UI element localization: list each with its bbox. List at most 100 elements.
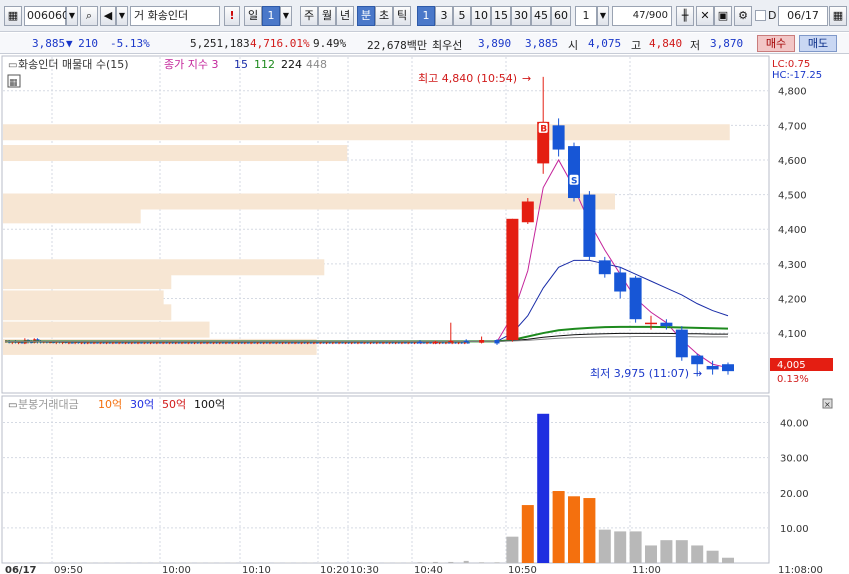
volume-bar-small [175,562,181,563]
volume-bar [494,562,500,563]
candle-body [583,194,596,257]
price-tick-label: 4,100 [778,329,807,340]
flat-candle-body [105,342,109,344]
period-day-button[interactable]: 일 [244,6,262,26]
code-dropdown-icon[interactable]: ▼ [66,6,78,26]
period-month-button[interactable]: 월 [318,6,336,26]
date-input[interactable]: 06/17 [778,6,828,26]
interval-1-button[interactable]: 1 [417,6,435,26]
search-icon[interactable]: ⌕ [80,6,98,26]
flat-candle-body [297,342,301,344]
volume-profile-bar [3,321,210,338]
volume-tick-label: 30.00 [780,454,809,465]
interval-45-button[interactable]: 45 [531,6,551,26]
volume-bar-small [340,562,346,563]
period-week-button[interactable]: 주 [300,6,318,26]
candle-body [629,277,642,320]
interval-3-button[interactable]: 3 [435,6,453,26]
indicator-icon[interactable]: ✕ [696,6,714,26]
flat-candle-body [306,342,310,344]
flat-candle-body [268,342,272,344]
stock-code-input[interactable]: 006060 [24,6,69,26]
flat-candle-body [215,342,219,344]
period-year-button[interactable]: 년 [336,6,354,26]
flat-candle-body [413,342,417,344]
settings-gear-icon[interactable]: ⚙ [734,6,752,26]
period-second-button[interactable]: 초 [375,6,393,26]
interval-30-button[interactable]: 30 [511,6,531,26]
interval-5-button[interactable]: 5 [453,6,471,26]
volume-profile-bar [3,273,172,290]
sell-marker-label: S [571,176,577,186]
period-dropdown-icon[interactable]: ▼ [280,6,292,26]
unit-dropdown-icon[interactable]: ▼ [597,6,609,26]
volume-bar [448,561,454,563]
flat-candle-body [341,342,345,344]
calendar-icon[interactable]: ▦ [829,6,847,26]
candle-type-icon[interactable]: ╫ [676,6,694,26]
flat-candle-body [92,342,96,344]
flat-candle-body [155,342,159,344]
time-tick-label: 06/17 [5,565,37,574]
flat-candle-body [309,342,313,344]
flat-candle-body [174,342,178,344]
volume-bar-small [406,562,412,563]
flat-candle-body [451,342,455,344]
volume-bar [598,529,611,563]
candle-body [479,339,485,343]
unit-input[interactable]: 1 [575,6,597,26]
period-tick-button[interactable]: 틱 [393,6,411,26]
flat-candle-body [212,342,216,344]
period-minute-button[interactable]: 분 [357,6,375,26]
flat-candle-body [118,342,122,344]
count-total: /900 [645,10,668,21]
alert-button[interactable]: ! [224,6,240,26]
candle-body [494,339,500,344]
best-bid-price: 3,885 [525,37,559,50]
ma448-legend: 448 [306,58,327,71]
price-tick-label: 4,400 [778,225,807,236]
period-value-field[interactable]: 1 [262,6,280,26]
interval-60-button[interactable]: 60 [551,6,571,26]
low-annotation: 최저 3,975 (11:07) [590,367,689,380]
buy-button[interactable]: 매수 [757,35,795,52]
volume-bar-small [65,562,71,563]
flat-candle-body [363,342,367,344]
price-legend-icon: ▭ [8,60,17,71]
volume-profile-bar [3,304,172,321]
sell-button[interactable]: 매도 [799,35,837,52]
volume-bar-small [351,562,357,563]
volume-bar-small [384,562,390,563]
save-icon[interactable]: ▣ [714,6,732,26]
window-menu-icon[interactable]: ▦ [4,6,22,26]
candle-body [463,340,469,343]
speaker-icon[interactable]: ◀ [100,6,116,26]
flat-candle-body [394,342,398,344]
candle-body [598,260,611,275]
flat-candle-body [221,342,225,344]
flat-candle-body [168,342,172,344]
volume-bar-small [164,562,170,563]
volume-bar [463,560,469,563]
volume-bar-small [329,562,335,563]
stock-name-field[interactable]: 거 화송인더 [130,6,220,26]
flat-candle-body [350,342,354,344]
flat-candle-body [149,342,153,344]
interval-10-button[interactable]: 10 [471,6,491,26]
high-price: 4,840 [649,37,683,50]
count-field[interactable]: 47/900 [612,6,672,26]
flat-candle-body [294,342,298,344]
date-checkbox[interactable] [755,10,766,21]
flat-candle-body [303,342,307,344]
candle-body [706,365,719,370]
volume-bar-small [153,562,159,563]
volume-bar [537,413,550,563]
interval-15-button[interactable]: 15 [491,6,511,26]
current-price-tag-text: 4,005 [777,360,806,371]
volume-bar-small [252,562,258,563]
volume-profile-bar [3,145,348,162]
speaker-dropdown-icon[interactable]: ▼ [116,6,128,26]
price-legend-title: 화송인더 매물대 수(15) [18,58,129,71]
candle-body [660,322,673,327]
flat-candle-body [278,342,282,344]
